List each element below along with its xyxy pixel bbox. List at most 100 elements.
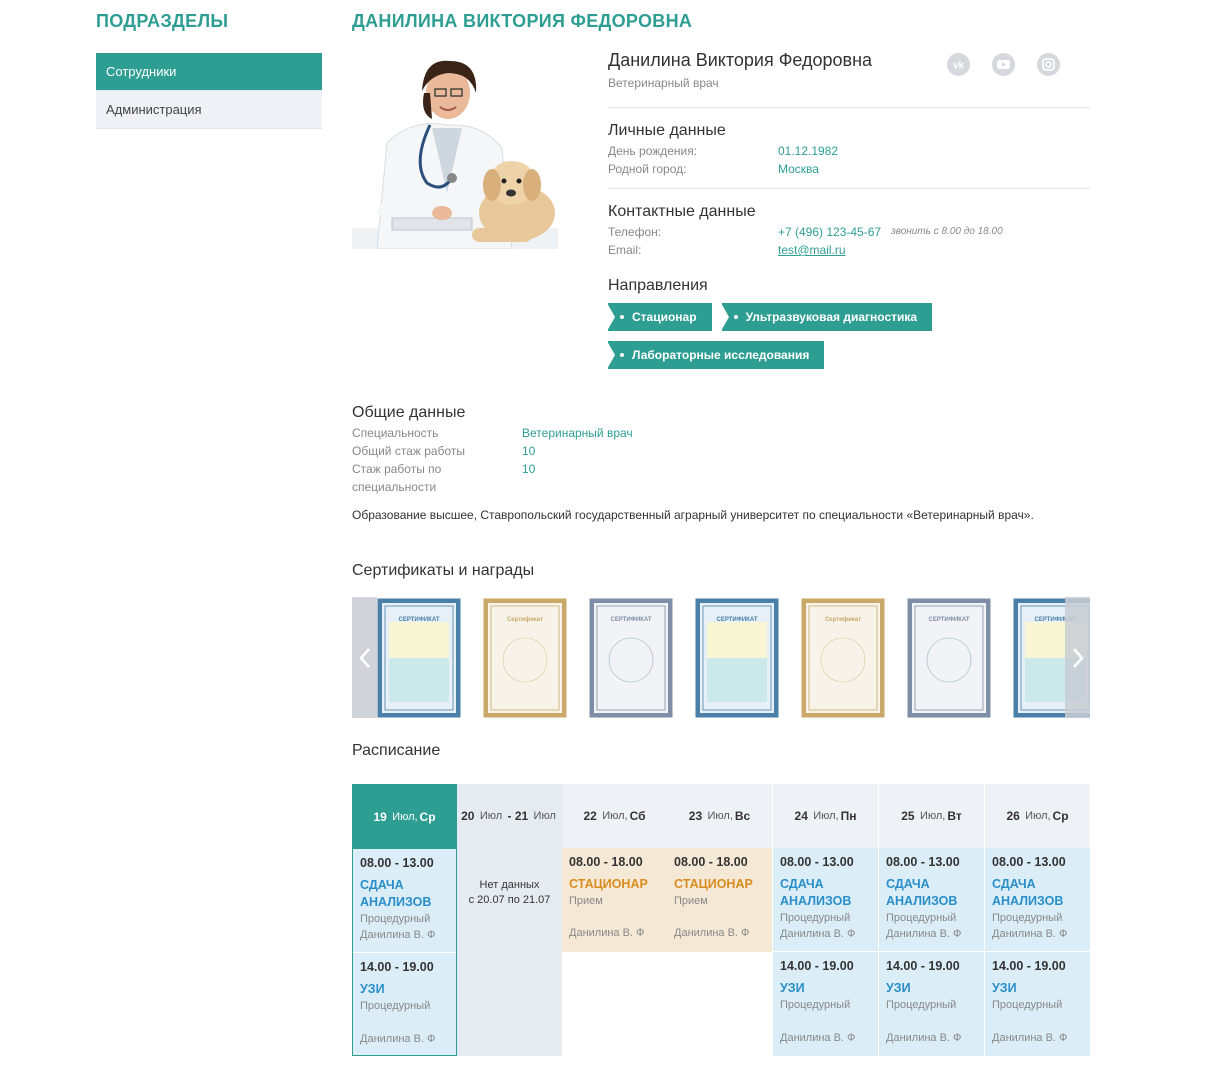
schedule-day-header[interactable]: 23 Июл, Вс	[667, 784, 772, 848]
slot-service-line1: СДАЧА	[886, 877, 930, 891]
day-weekday: Вс	[734, 809, 751, 823]
slot-time: 08.00 - 13.00	[992, 855, 1066, 869]
slot-time: 14.00 - 19.00	[360, 960, 434, 974]
direction-tag-laboratory[interactable]: Лабораторные исследования	[606, 341, 825, 369]
slot-time: 08.00 - 13.00	[360, 856, 434, 870]
schedule-slot[interactable]: 14.00 - 19.00 УЗИ Процедурный Данилина В…	[773, 952, 878, 1056]
phone-label: Телефон:	[608, 225, 662, 239]
carousel-next-button[interactable]	[1065, 597, 1090, 718]
sidebar-title: ПОДРАЗДЕЛЫ	[96, 11, 229, 31]
schedule-day-header[interactable]: 20 Июл - 21 Июл	[457, 784, 562, 848]
schedule-day-header[interactable]: 22 Июл, Сб	[562, 784, 667, 848]
day-number: 26	[1006, 809, 1020, 823]
slot-doctor: Данилина В. Ф	[360, 1033, 436, 1045]
certificate-label: СЕРТИФИКАТ	[928, 617, 970, 623]
schedule-slot[interactable]: 08.00 - 18.00 СТАЦИОНАР Прием Данилина В…	[667, 848, 772, 952]
experience-label: Общий стаж работы	[352, 444, 465, 458]
schedule-column: 26 Июл, Ср 08.00 - 13.00 СДАЧА АНАЛИЗОВ Пр…	[985, 784, 1090, 1056]
specialty-label: Специальность	[352, 426, 439, 440]
doctor-photo	[352, 53, 558, 249]
specialty-value: Ветеринарный врач	[522, 426, 633, 440]
direction-tag-ultrasound[interactable]: Ультразвуковая диагностика	[720, 303, 933, 331]
day-weekday: Сб	[629, 809, 646, 823]
slot-service: УЗИ	[992, 981, 1017, 995]
certificate-thumbnail[interactable]: СЕРТИФИКАТ	[907, 598, 991, 718]
slot-doctor: Данилина В. Ф	[780, 928, 856, 940]
personal-data-title: Личные данные	[608, 122, 726, 139]
slot-room: Процедурный	[992, 912, 1063, 924]
city-label: Родной город:	[608, 162, 687, 176]
certificate-thumbnail[interactable]: СЕРТИФИКАТ	[589, 598, 673, 718]
certificate-thumbnail[interactable]: СЕРТИФИКАТ	[377, 598, 461, 718]
schedule-column: 22 Июл, Сб 08.00 - 18.00 СТАЦИОНАР Прием …	[562, 784, 667, 1056]
email-link[interactable]: test@mail.ru	[778, 241, 846, 259]
divider	[608, 107, 1090, 108]
schedule-day-header[interactable]: 19 Июл, Ср	[353, 785, 456, 849]
day-weekday: Пн	[840, 809, 857, 823]
schedule-day-header[interactable]: 26 Июл, Ср	[985, 784, 1090, 848]
youtube-icon[interactable]	[992, 53, 1015, 76]
profile-info: Данилина Виктория Федоровна Ветеринарный…	[606, 50, 1090, 369]
slot-doctor: Данилина В. Ф	[780, 1032, 856, 1044]
schedule-slot[interactable]: 08.00 - 13.00 СДАЧА АНАЛИЗОВ Процедурный …	[879, 848, 984, 952]
slot-service: СДАЧА АНАЛИЗОВ	[886, 876, 977, 910]
schedule-title: Расписание	[352, 742, 441, 759]
schedule-day-header[interactable]: 25 Июл, Вт	[879, 784, 984, 848]
social-links: vk	[947, 53, 1060, 76]
certificate-thumbnail[interactable]: Сертификат	[801, 598, 885, 718]
schedule-slot[interactable]: 08.00 - 13.00 СДАЧА АНАЛИЗОВ Процедурный …	[985, 848, 1090, 952]
day-month: Июл,	[392, 811, 418, 823]
carousel-prev-button[interactable]	[352, 597, 377, 718]
slot-doctor: Данилина В. Ф	[992, 1032, 1068, 1044]
certificate-thumbnail[interactable]: Сертификат	[483, 598, 567, 718]
slot-service: СТАЦИОНАР	[674, 877, 753, 891]
vk-icon[interactable]: vk	[947, 53, 970, 76]
chevron-right-icon	[1072, 647, 1084, 668]
day-weekday: Вт	[947, 809, 962, 823]
slot-service-line1: СДАЧА	[992, 877, 1036, 891]
schedule-slot[interactable]: 08.00 - 18.00 СТАЦИОНАР Прием Данилина В…	[562, 848, 667, 952]
divider	[608, 188, 1090, 189]
directions-title: Направления	[608, 277, 708, 294]
schedule-day-header[interactable]: 24 Июл, Пн	[773, 784, 878, 848]
direction-tags: Стационар Ультразвуковая диагностика Лаб…	[606, 303, 968, 369]
schedule-slot[interactable]: 14.00 - 19.00 УЗИ Процедурный Данилина В…	[985, 952, 1090, 1056]
no-data-text: Нет данных	[479, 879, 540, 891]
birthday-label: День рождения:	[608, 144, 698, 158]
schedule-column: 23 Июл, Вс 08.00 - 18.00 СТАЦИОНАР Прием …	[667, 784, 772, 1056]
certificates-title: Сертификаты и награды	[352, 562, 535, 579]
slot-service: СДАЧА АНАЛИЗОВ	[360, 877, 449, 911]
slot-doctor: Данилина В. Ф	[674, 927, 750, 939]
sidebar-item-employees[interactable]: Сотрудники	[96, 53, 322, 91]
spec-experience-label: Стаж работы по специальности	[352, 460, 522, 496]
schedule-column: 24 Июл, Пн 08.00 - 13.00 СДАЧА АНАЛИЗОВ Пр…	[773, 784, 878, 1056]
instagram-icon[interactable]	[1037, 53, 1060, 76]
schedule-slot[interactable]: 08.00 - 13.00 СДАЧА АНАЛИЗОВ Процедурный …	[773, 848, 878, 952]
email-label: Email:	[608, 243, 642, 257]
slot-doctor: Данилина В. Ф	[992, 928, 1068, 940]
slot-doctor: Данилина В. Ф	[886, 928, 962, 940]
day-month-end: Июл	[533, 810, 556, 822]
certificate-thumbnail[interactable]: СЕРТИФИКАТ	[695, 598, 779, 718]
slot-service-line2: АНАЛИЗОВ	[360, 895, 432, 909]
day-number: 20	[461, 809, 475, 823]
contact-data: Контактные данные Телефон: +7 (496) 123-…	[608, 203, 1090, 259]
slot-service-line1: СДАЧА	[360, 878, 404, 892]
directions: Направления Стационар Ультразвуковая диа…	[606, 277, 1090, 369]
sidebar-item-administration[interactable]: Администрация	[96, 91, 322, 129]
day-month: Июл,	[707, 810, 733, 822]
slot-room: Процедурный	[360, 1000, 431, 1012]
schedule-grid: 19 Июл, Ср 08.00 - 13.00 СДАЧА АНАЛИЗОВ Пр…	[352, 784, 1090, 1056]
phone-note: звонить с 8.00 до 18.00	[891, 226, 1003, 237]
day-number-end: 21	[514, 809, 529, 823]
phone-value[interactable]: +7 (496) 123-45-67	[778, 223, 881, 241]
chevron-left-icon	[358, 647, 370, 668]
direction-tag-stationary[interactable]: Стационар	[607, 303, 712, 331]
general-data-title: Общие данные	[352, 404, 466, 421]
personal-data: Личные данные День рождения: 01.12.1982 …	[608, 122, 1090, 178]
schedule-slot[interactable]: 08.00 - 13.00 СДАЧА АНАЛИЗОВ Процедурный …	[353, 849, 456, 953]
page-title: ДАНИЛИНА ВИКТОРИЯ ФЕДОРОВНА	[352, 11, 693, 31]
schedule-slot[interactable]: 14.00 - 19.00 УЗИ Процедурный Данилина В…	[879, 952, 984, 1056]
sidebar-menu: Сотрудники Администрация	[96, 53, 322, 129]
schedule-slot[interactable]: 14.00 - 19.00 УЗИ Процедурный Данилина В…	[353, 953, 456, 1055]
